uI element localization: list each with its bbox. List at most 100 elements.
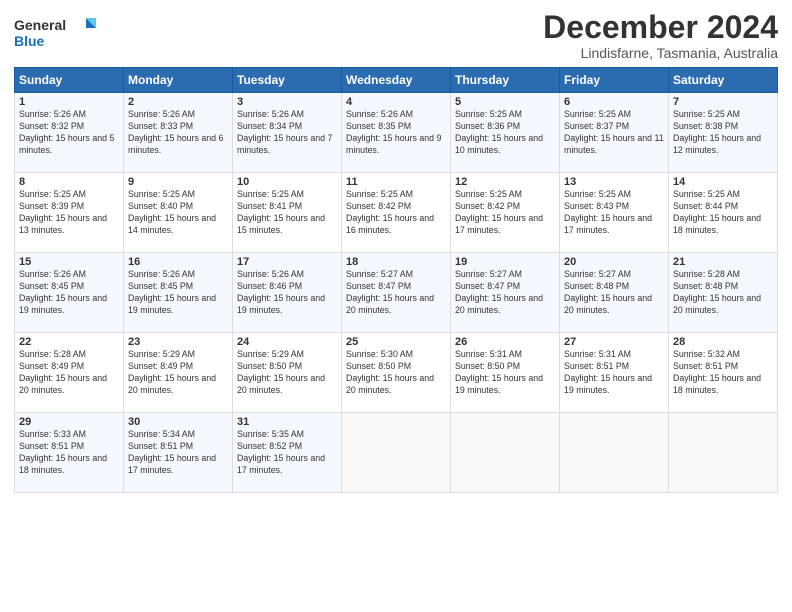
calendar-cell <box>669 413 778 493</box>
calendar-week-1: 1 Sunrise: 5:26 AMSunset: 8:32 PMDayligh… <box>15 93 778 173</box>
col-header-friday: Friday <box>560 68 669 93</box>
calendar-cell: 18 Sunrise: 5:27 AMSunset: 8:47 PMDaylig… <box>342 253 451 333</box>
calendar-cell: 13 Sunrise: 5:25 AMSunset: 8:43 PMDaylig… <box>560 173 669 253</box>
calendar-cell: 14 Sunrise: 5:25 AMSunset: 8:44 PMDaylig… <box>669 173 778 253</box>
day-detail: Sunrise: 5:26 AMSunset: 8:45 PMDaylight:… <box>128 269 216 315</box>
day-detail: Sunrise: 5:35 AMSunset: 8:52 PMDaylight:… <box>237 429 325 475</box>
day-number: 22 <box>19 336 119 348</box>
day-number: 12 <box>455 176 555 188</box>
day-number: 6 <box>564 96 664 108</box>
calendar-week-2: 8 Sunrise: 5:25 AMSunset: 8:39 PMDayligh… <box>15 173 778 253</box>
day-detail: Sunrise: 5:25 AMSunset: 8:44 PMDaylight:… <box>673 189 761 235</box>
svg-text:Blue: Blue <box>14 33 45 49</box>
day-number: 29 <box>19 416 119 428</box>
calendar-cell: 5 Sunrise: 5:25 AMSunset: 8:36 PMDayligh… <box>451 93 560 173</box>
calendar-cell <box>560 413 669 493</box>
day-number: 16 <box>128 256 228 268</box>
day-number: 25 <box>346 336 446 348</box>
col-header-tuesday: Tuesday <box>233 68 342 93</box>
day-detail: Sunrise: 5:26 AMSunset: 8:32 PMDaylight:… <box>19 109 114 155</box>
day-number: 24 <box>237 336 337 348</box>
day-number: 20 <box>564 256 664 268</box>
day-detail: Sunrise: 5:26 AMSunset: 8:34 PMDaylight:… <box>237 109 332 155</box>
title-block: December 2024 Lindisfarne, Tasmania, Aus… <box>543 10 778 61</box>
calendar-cell: 29 Sunrise: 5:33 AMSunset: 8:51 PMDaylig… <box>15 413 124 493</box>
col-header-sunday: Sunday <box>15 68 124 93</box>
calendar-cell: 4 Sunrise: 5:26 AMSunset: 8:35 PMDayligh… <box>342 93 451 173</box>
day-number: 27 <box>564 336 664 348</box>
calendar-cell: 20 Sunrise: 5:27 AMSunset: 8:48 PMDaylig… <box>560 253 669 333</box>
day-detail: Sunrise: 5:34 AMSunset: 8:51 PMDaylight:… <box>128 429 216 475</box>
col-header-monday: Monday <box>124 68 233 93</box>
day-detail: Sunrise: 5:25 AMSunset: 8:43 PMDaylight:… <box>564 189 652 235</box>
calendar-week-4: 22 Sunrise: 5:28 AMSunset: 8:49 PMDaylig… <box>15 333 778 413</box>
day-detail: Sunrise: 5:31 AMSunset: 8:51 PMDaylight:… <box>564 349 652 395</box>
day-number: 7 <box>673 96 773 108</box>
col-header-wednesday: Wednesday <box>342 68 451 93</box>
day-number: 23 <box>128 336 228 348</box>
day-number: 15 <box>19 256 119 268</box>
calendar-cell: 27 Sunrise: 5:31 AMSunset: 8:51 PMDaylig… <box>560 333 669 413</box>
col-header-saturday: Saturday <box>669 68 778 93</box>
day-detail: Sunrise: 5:26 AMSunset: 8:45 PMDaylight:… <box>19 269 107 315</box>
day-detail: Sunrise: 5:33 AMSunset: 8:51 PMDaylight:… <box>19 429 107 475</box>
calendar-cell: 11 Sunrise: 5:25 AMSunset: 8:42 PMDaylig… <box>342 173 451 253</box>
calendar-cell: 8 Sunrise: 5:25 AMSunset: 8:39 PMDayligh… <box>15 173 124 253</box>
calendar-cell: 28 Sunrise: 5:32 AMSunset: 8:51 PMDaylig… <box>669 333 778 413</box>
calendar-cell: 17 Sunrise: 5:26 AMSunset: 8:46 PMDaylig… <box>233 253 342 333</box>
day-number: 26 <box>455 336 555 348</box>
day-detail: Sunrise: 5:25 AMSunset: 8:38 PMDaylight:… <box>673 109 761 155</box>
calendar-cell: 19 Sunrise: 5:27 AMSunset: 8:47 PMDaylig… <box>451 253 560 333</box>
calendar-cell: 6 Sunrise: 5:25 AMSunset: 8:37 PMDayligh… <box>560 93 669 173</box>
day-detail: Sunrise: 5:28 AMSunset: 8:49 PMDaylight:… <box>19 349 107 395</box>
month-title: December 2024 <box>543 10 778 45</box>
day-number: 19 <box>455 256 555 268</box>
header: GeneralBlue December 2024 Lindisfarne, T… <box>14 10 778 61</box>
day-number: 30 <box>128 416 228 428</box>
day-number: 4 <box>346 96 446 108</box>
day-number: 13 <box>564 176 664 188</box>
day-number: 14 <box>673 176 773 188</box>
main-container: GeneralBlue December 2024 Lindisfarne, T… <box>0 0 792 499</box>
location-title: Lindisfarne, Tasmania, Australia <box>543 45 778 61</box>
calendar-cell <box>451 413 560 493</box>
calendar-cell: 15 Sunrise: 5:26 AMSunset: 8:45 PMDaylig… <box>15 253 124 333</box>
header-row: SundayMondayTuesdayWednesdayThursdayFrid… <box>15 68 778 93</box>
day-detail: Sunrise: 5:25 AMSunset: 8:36 PMDaylight:… <box>455 109 543 155</box>
day-detail: Sunrise: 5:26 AMSunset: 8:33 PMDaylight:… <box>128 109 223 155</box>
calendar-week-3: 15 Sunrise: 5:26 AMSunset: 8:45 PMDaylig… <box>15 253 778 333</box>
day-number: 28 <box>673 336 773 348</box>
calendar-cell: 7 Sunrise: 5:25 AMSunset: 8:38 PMDayligh… <box>669 93 778 173</box>
day-detail: Sunrise: 5:29 AMSunset: 8:50 PMDaylight:… <box>237 349 325 395</box>
calendar-cell: 24 Sunrise: 5:29 AMSunset: 8:50 PMDaylig… <box>233 333 342 413</box>
day-number: 18 <box>346 256 446 268</box>
day-detail: Sunrise: 5:25 AMSunset: 8:41 PMDaylight:… <box>237 189 325 235</box>
day-detail: Sunrise: 5:28 AMSunset: 8:48 PMDaylight:… <box>673 269 761 315</box>
day-number: 2 <box>128 96 228 108</box>
day-detail: Sunrise: 5:27 AMSunset: 8:47 PMDaylight:… <box>455 269 543 315</box>
day-number: 11 <box>346 176 446 188</box>
calendar-cell: 16 Sunrise: 5:26 AMSunset: 8:45 PMDaylig… <box>124 253 233 333</box>
logo-svg: GeneralBlue <box>14 14 104 54</box>
day-detail: Sunrise: 5:32 AMSunset: 8:51 PMDaylight:… <box>673 349 761 395</box>
day-detail: Sunrise: 5:25 AMSunset: 8:37 PMDaylight:… <box>564 109 664 155</box>
day-detail: Sunrise: 5:26 AMSunset: 8:46 PMDaylight:… <box>237 269 325 315</box>
calendar-cell: 9 Sunrise: 5:25 AMSunset: 8:40 PMDayligh… <box>124 173 233 253</box>
day-number: 9 <box>128 176 228 188</box>
day-detail: Sunrise: 5:30 AMSunset: 8:50 PMDaylight:… <box>346 349 434 395</box>
calendar-week-5: 29 Sunrise: 5:33 AMSunset: 8:51 PMDaylig… <box>15 413 778 493</box>
calendar-cell: 23 Sunrise: 5:29 AMSunset: 8:49 PMDaylig… <box>124 333 233 413</box>
calendar-cell <box>342 413 451 493</box>
calendar-cell: 21 Sunrise: 5:28 AMSunset: 8:48 PMDaylig… <box>669 253 778 333</box>
calendar-table: SundayMondayTuesdayWednesdayThursdayFrid… <box>14 67 778 493</box>
day-detail: Sunrise: 5:25 AMSunset: 8:42 PMDaylight:… <box>455 189 543 235</box>
calendar-cell: 26 Sunrise: 5:31 AMSunset: 8:50 PMDaylig… <box>451 333 560 413</box>
day-number: 5 <box>455 96 555 108</box>
calendar-cell: 31 Sunrise: 5:35 AMSunset: 8:52 PMDaylig… <box>233 413 342 493</box>
calendar-cell: 22 Sunrise: 5:28 AMSunset: 8:49 PMDaylig… <box>15 333 124 413</box>
col-header-thursday: Thursday <box>451 68 560 93</box>
day-number: 17 <box>237 256 337 268</box>
day-detail: Sunrise: 5:29 AMSunset: 8:49 PMDaylight:… <box>128 349 216 395</box>
logo: GeneralBlue <box>14 14 104 54</box>
calendar-cell: 12 Sunrise: 5:25 AMSunset: 8:42 PMDaylig… <box>451 173 560 253</box>
